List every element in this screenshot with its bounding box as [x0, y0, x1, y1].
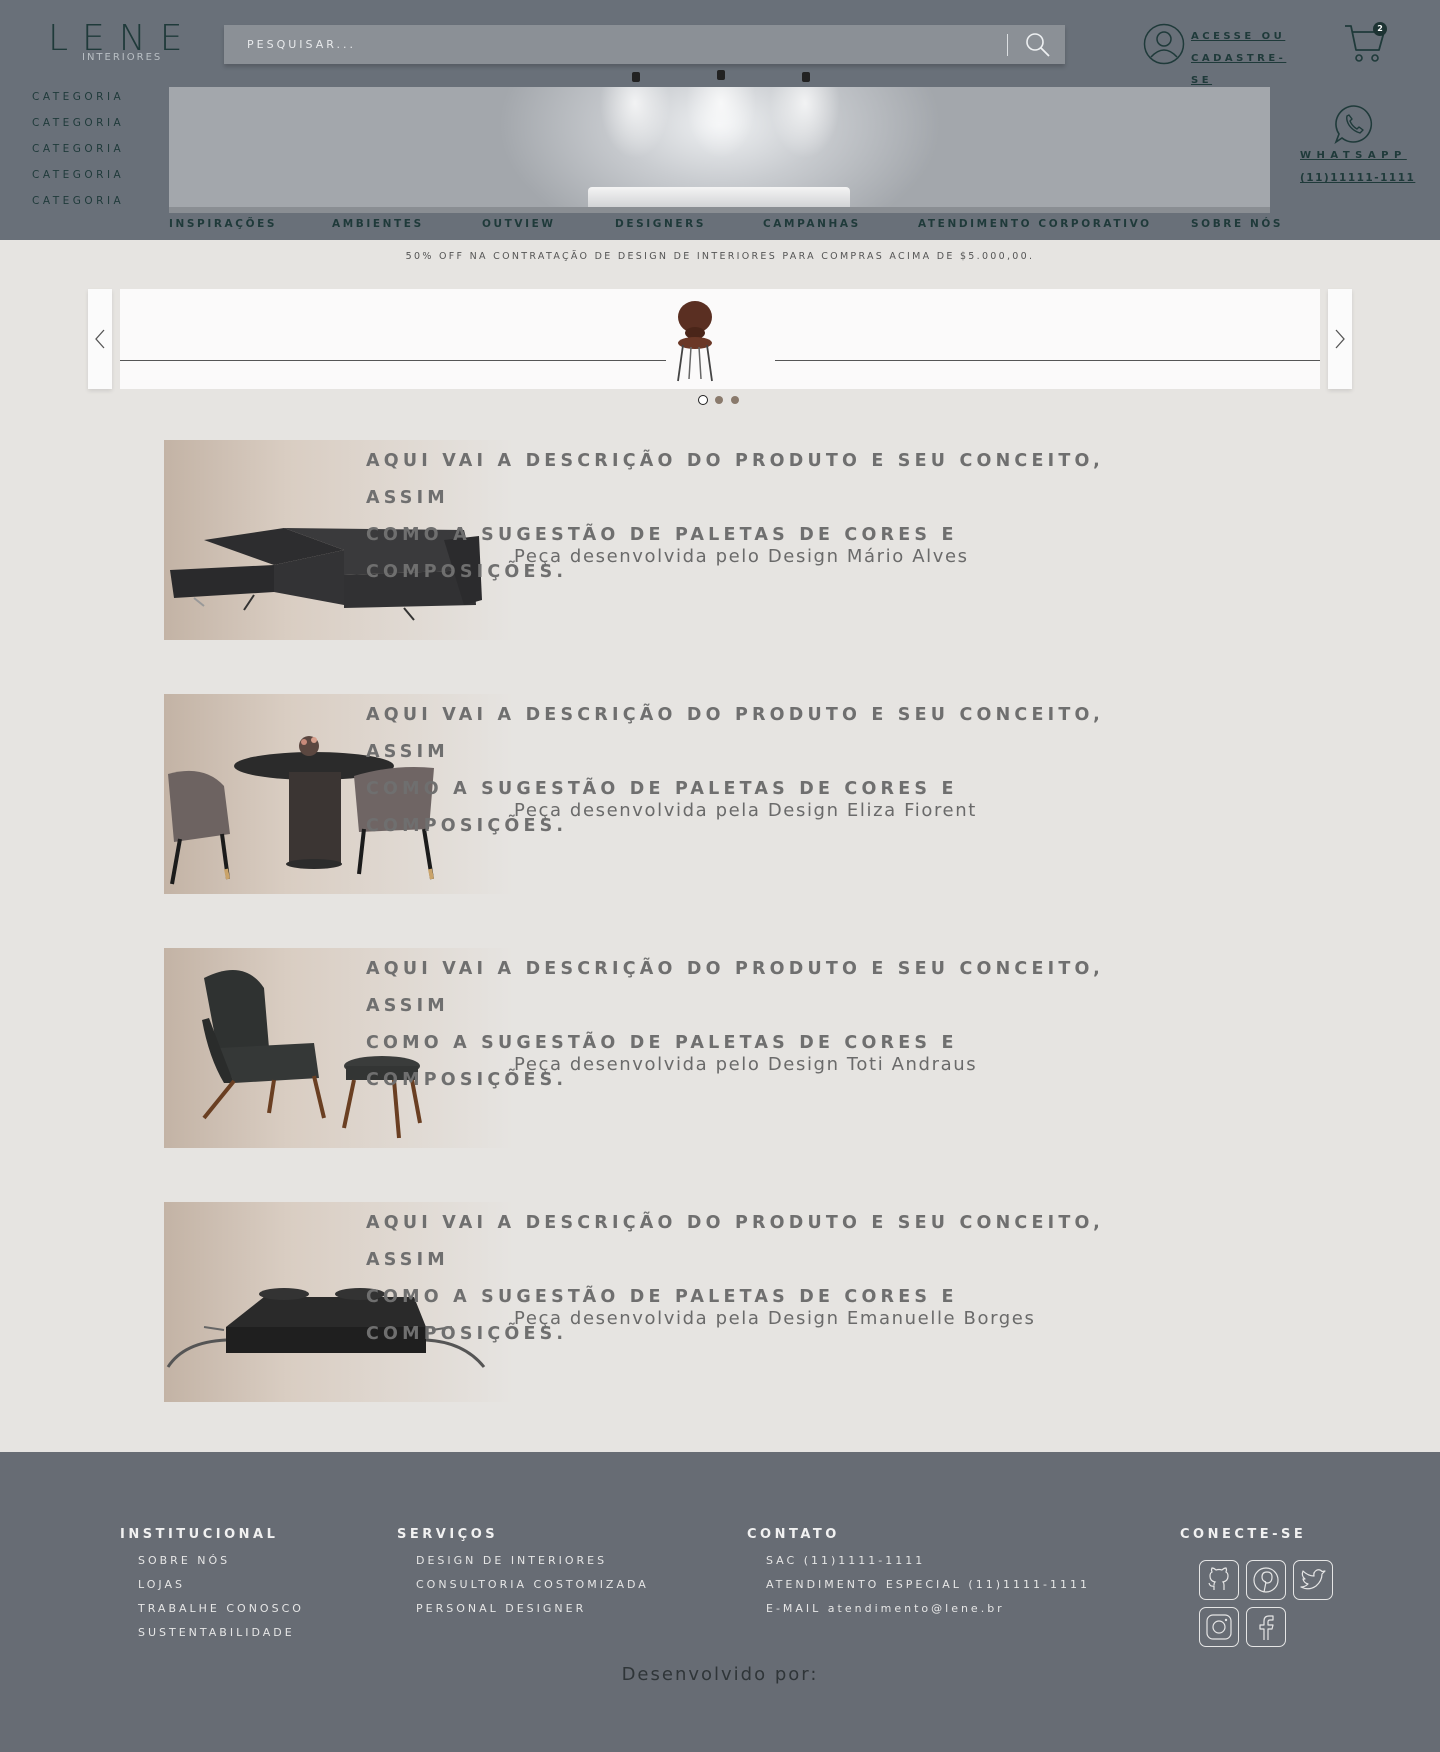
- facebook-link[interactable]: [1246, 1607, 1286, 1647]
- product-description-line: AQUI VAI A DESCRIÇÃO DO PRODUTO E SEU CO…: [366, 959, 1105, 1016]
- product-description: AQUI VAI A DESCRIÇÃO DO PRODUTO E SEU CO…: [366, 443, 1166, 591]
- product-card: AQUI VAI A DESCRIÇÃO DO PRODUTO E SEU CO…: [164, 1202, 1314, 1402]
- product-description-line: AQUI VAI A DESCRIÇÃO DO PRODUTO E SEU CO…: [366, 705, 1105, 762]
- footer-link-consultoria[interactable]: CONSULTORIA COSTOMIZADA: [416, 1573, 649, 1597]
- product-card: AQUI VAI A DESCRIÇÃO DO PRODUTO E SEU CO…: [164, 948, 1314, 1148]
- cart-button[interactable]: 2: [1343, 20, 1389, 66]
- product-description-line: AQUI VAI A DESCRIÇÃO DO PRODUTO E SEU CO…: [366, 451, 1105, 508]
- github-icon: [1208, 1567, 1229, 1590]
- carousel-dot[interactable]: [731, 396, 739, 404]
- footer-title: CONTATO: [747, 1527, 840, 1542]
- spotlight-beam: [686, 87, 756, 191]
- carousel-dot-active[interactable]: [698, 395, 708, 405]
- main-nav: INSPIRAÇÕES AMBIENTES OUTVIEW DESIGNERS …: [169, 218, 1280, 232]
- footer-link-design-de-interiores[interactable]: DESIGN DE INTERIORES: [416, 1549, 649, 1573]
- search-bar: [224, 25, 1065, 64]
- product-designer: Peça desenvolvida pelo Design Mário Alve…: [514, 546, 969, 567]
- footer-link-sobre-nos[interactable]: SOBRE NÓS: [138, 1549, 304, 1573]
- product-card: AQUI VAI A DESCRIÇÃO DO PRODUTO E SEU CO…: [164, 440, 1314, 640]
- footer-title: SERVIÇOS: [397, 1527, 499, 1542]
- promo-banner: 50% OFF NA CONTRATAÇÃO DE DESIGN DE INTE…: [405, 251, 1035, 262]
- footer-atendimento-especial[interactable]: ATENDIMENTO ESPECIAL (11)1111-1111: [766, 1573, 1090, 1597]
- carousel-dot[interactable]: [715, 396, 723, 404]
- site-footer: INSTITUCIONAL SOBRE NÓS LOJAS TRABALHE C…: [0, 1452, 1440, 1752]
- account-link[interactable]: ACESSE OU CADASTRE-SE: [1143, 23, 1303, 86]
- instagram-icon: [1206, 1614, 1232, 1640]
- carousel-next-button[interactable]: [1328, 289, 1352, 389]
- account-line-1: ACESSE OU: [1191, 31, 1286, 42]
- carousel-prev-button[interactable]: [88, 289, 112, 389]
- nav-item-outview[interactable]: OUTVIEW: [482, 218, 556, 230]
- whatsapp-icon: [1334, 105, 1373, 144]
- footer-title: CONECTE-SE: [1180, 1527, 1307, 1542]
- category-item[interactable]: CATEGORIA: [32, 167, 124, 193]
- nav-item-inspiracoes[interactable]: INSPIRAÇÕES: [169, 218, 277, 230]
- carousel-line-right: [775, 360, 1320, 361]
- category-item[interactable]: CATEGORIA: [32, 89, 124, 115]
- carousel-chair-image: [677, 301, 713, 382]
- nav-item-designers[interactable]: DESIGNERS: [615, 218, 706, 230]
- footer-servicos: SERVIÇOS DESIGN DE INTERIORES CONSULTORI…: [397, 1527, 649, 1621]
- footer-conecte-se: CONECTE-SE: [1180, 1527, 1306, 1549]
- carousel-dots: [698, 395, 748, 407]
- developed-by: Desenvolvido por:: [621, 1664, 819, 1685]
- footer-link-sustentabilidade[interactable]: SUSTENTABILIDADE: [138, 1621, 304, 1645]
- search-input[interactable]: [224, 25, 994, 64]
- category-item[interactable]: CATEGORIA: [32, 141, 124, 167]
- footer-link-trabalhe-conosco[interactable]: TRABALHE CONOSCO: [138, 1597, 304, 1621]
- spotlight-beam: [770, 87, 840, 191]
- github-link[interactable]: [1199, 1560, 1239, 1600]
- search-icon: [1026, 33, 1050, 57]
- chevron-right-icon: [1335, 329, 1345, 349]
- spotlight-lamp: [717, 70, 725, 80]
- footer-institucional: INSTITUCIONAL SOBRE NÓS LOJAS TRABALHE C…: [120, 1527, 304, 1645]
- hero-banner: [169, 87, 1270, 213]
- footer-title: INSTITUCIONAL: [120, 1527, 279, 1542]
- search-divider: [1007, 34, 1008, 56]
- product-designer: Peça desenvolvida pela Design Eliza Fior…: [514, 800, 977, 821]
- product-description: AQUI VAI A DESCRIÇÃO DO PRODUTO E SEU CO…: [366, 697, 1166, 845]
- whatsapp-label: WHATSAPP: [1300, 150, 1407, 161]
- instagram-link[interactable]: [1199, 1607, 1239, 1647]
- nav-item-sobre-nos[interactable]: SOBRE NÓS: [1191, 218, 1283, 230]
- logo[interactable]: LENE INTERIORES: [48, 20, 196, 64]
- nav-item-campanhas[interactable]: CAMPANHAS: [763, 218, 861, 230]
- product-description-line: AQUI VAI A DESCRIÇÃO DO PRODUTO E SEU CO…: [366, 1213, 1105, 1270]
- category-item[interactable]: CATEGORIA: [32, 193, 124, 219]
- logo-tagline: INTERIORES: [82, 52, 163, 63]
- product-carousel: [120, 289, 1320, 389]
- search-button[interactable]: [1023, 30, 1053, 60]
- carousel-line-left: [120, 360, 666, 361]
- spotlight-lamp: [802, 72, 810, 82]
- footer-email[interactable]: E-MAIL atendimento@lene.br: [766, 1597, 1090, 1621]
- pinterest-icon: [1253, 1567, 1279, 1593]
- site-header: LENE INTERIORES ACESSE OU CADASTRE-SE: [0, 0, 1440, 240]
- cart-count-badge: 2: [1373, 22, 1387, 36]
- footer-sac[interactable]: SAC (11)1111-1111: [766, 1549, 1090, 1573]
- product-designer: Peça desenvolvida pelo Design Toti Andra…: [514, 1054, 978, 1075]
- spotlight-lamp: [632, 72, 640, 82]
- footer-link-personal-designer[interactable]: PERSONAL DESIGNER: [416, 1597, 649, 1621]
- user-icon: [1143, 23, 1185, 65]
- footer-contato: CONTATO SAC (11)1111-1111 ATENDIMENTO ES…: [747, 1527, 1090, 1621]
- footer-link-lojas[interactable]: LOJAS: [138, 1573, 304, 1597]
- spotlight-beam: [600, 87, 670, 191]
- category-item[interactable]: CATEGORIA: [32, 115, 124, 141]
- product-description: AQUI VAI A DESCRIÇÃO DO PRODUTO E SEU CO…: [366, 951, 1166, 1099]
- nav-item-ambientes[interactable]: AMBIENTES: [332, 218, 424, 230]
- twitter-link[interactable]: [1293, 1560, 1333, 1600]
- product-description: AQUI VAI A DESCRIÇÃO DO PRODUTO E SEU CO…: [366, 1205, 1166, 1353]
- account-label[interactable]: ACESSE OU CADASTRE-SE: [1191, 26, 1303, 92]
- nav-item-atendimento-corporativo[interactable]: ATENDIMENTO CORPORATIVO: [918, 218, 1152, 230]
- product-designer: Peça desenvolvida pela Design Emanuelle …: [514, 1308, 1036, 1329]
- facebook-icon: [1259, 1615, 1274, 1640]
- pinterest-link[interactable]: [1246, 1560, 1286, 1600]
- account-line-2: CADASTRE-SE: [1191, 53, 1287, 86]
- whatsapp-phone: (11)11111-1111: [1300, 172, 1416, 184]
- category-list: CATEGORIA CATEGORIA CATEGORIA CATEGORIA …: [32, 89, 124, 219]
- product-card: AQUI VAI A DESCRIÇÃO DO PRODUTO E SEU CO…: [164, 694, 1314, 894]
- hero-floor: [169, 207, 1270, 213]
- chevron-left-icon: [95, 329, 105, 349]
- twitter-icon: [1300, 1569, 1326, 1590]
